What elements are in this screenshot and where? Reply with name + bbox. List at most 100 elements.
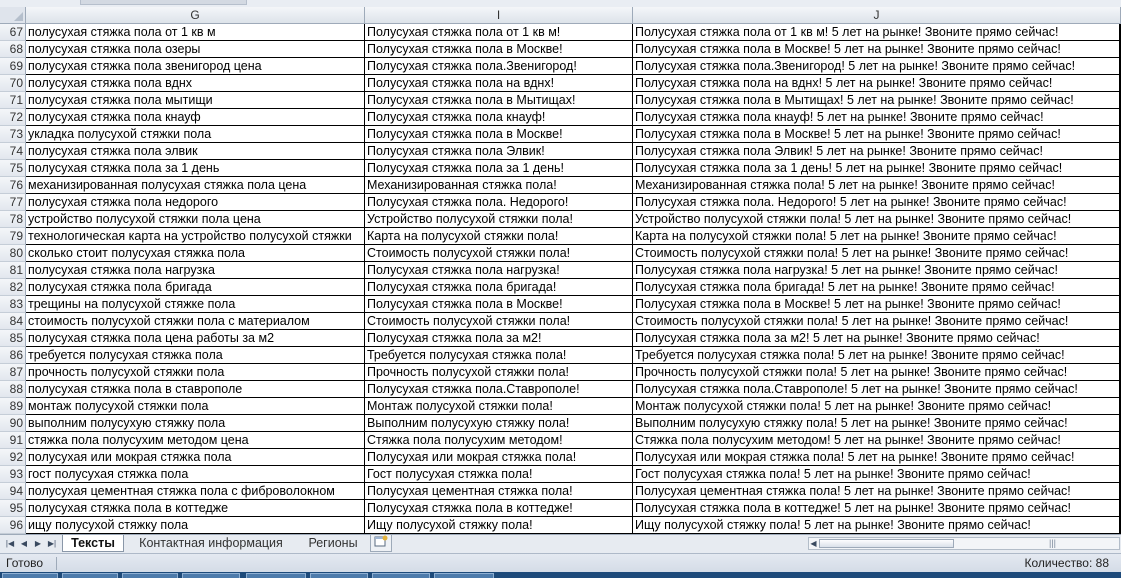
- cell-column-g[interactable]: трещины на полусухой стяжке пола: [26, 296, 365, 313]
- row-number[interactable]: 69: [0, 58, 26, 75]
- cell-column-i[interactable]: Полусухая стяжка пола. Недорого!: [365, 194, 633, 211]
- cell-column-i[interactable]: Полусухая стяжка пола в Москве!: [365, 296, 633, 313]
- cell-column-j[interactable]: Полусухая стяжка пола бригада! 5 лет на …: [633, 279, 1120, 296]
- row-number[interactable]: 79: [0, 228, 26, 245]
- cell-column-g[interactable]: выполним полусухую стяжку пола: [26, 415, 365, 432]
- cell-column-g[interactable]: гост полусухая стяжка пола: [26, 466, 365, 483]
- cell-column-g[interactable]: сколько стоит полусухая стяжка пола: [26, 245, 365, 262]
- cell-column-g[interactable]: прочность полусухой стяжки пола: [26, 364, 365, 381]
- taskbar-button[interactable]: [246, 573, 306, 578]
- cell-column-i[interactable]: Полусухая стяжка пола Элвик!: [365, 143, 633, 160]
- cell-column-j[interactable]: Полусухая стяжка пола в Москве! 5 лет на…: [633, 296, 1120, 313]
- sheet-tab-regions[interactable]: Регионы: [298, 535, 368, 552]
- cell-column-g[interactable]: полусухая стяжка пола в ставрополе: [26, 381, 365, 398]
- row-number[interactable]: 83: [0, 296, 26, 313]
- row-number[interactable]: 68: [0, 41, 26, 58]
- cell-column-i[interactable]: Карта на полусухой стяжки пола!: [365, 228, 633, 245]
- cell-column-g[interactable]: ищу полусухой стяжку пола: [26, 517, 365, 534]
- row-number[interactable]: 93: [0, 466, 26, 483]
- row-number[interactable]: 86: [0, 347, 26, 364]
- row-number[interactable]: 80: [0, 245, 26, 262]
- cell-column-g[interactable]: механизированная полусухая стяжка пола ц…: [26, 177, 365, 194]
- cell-column-i[interactable]: Устройство полусухой стяжки пола!: [365, 211, 633, 228]
- cell-column-i[interactable]: Полусухая стяжка пола бригада!: [365, 279, 633, 296]
- cell-column-g[interactable]: полусухая стяжка пола мытищи: [26, 92, 365, 109]
- cell-column-j[interactable]: Полусухая стяжка пола в Москве! 5 лет на…: [633, 41, 1120, 58]
- cell-column-i[interactable]: Полусухая или мокрая стяжка пола!: [365, 449, 633, 466]
- scroll-thumb[interactable]: [819, 539, 954, 548]
- cell-column-j[interactable]: Выполним полусухую стяжку пола! 5 лет на…: [633, 415, 1120, 432]
- cell-column-g[interactable]: устройство полусухой стяжки пола цена: [26, 211, 365, 228]
- cell-column-g[interactable]: полусухая стяжка пола в коттедже: [26, 500, 365, 517]
- cell-column-j[interactable]: Гост полусухая стяжка пола! 5 лет на рын…: [633, 466, 1120, 483]
- row-number[interactable]: 75: [0, 160, 26, 177]
- cell-column-j[interactable]: Полусухая стяжка пола за м2! 5 лет на ры…: [633, 330, 1120, 347]
- cell-column-j[interactable]: Полусухая стяжка пола за 1 день! 5 лет н…: [633, 160, 1120, 177]
- insert-sheet-icon[interactable]: [370, 535, 392, 552]
- cell-column-j[interactable]: Карта на полусухой стяжки пола! 5 лет на…: [633, 228, 1120, 245]
- cell-column-j[interactable]: Стоимость полусухой стяжки пола! 5 лет н…: [633, 313, 1120, 330]
- row-number[interactable]: 74: [0, 143, 26, 160]
- row-number[interactable]: 92: [0, 449, 26, 466]
- cell-column-g[interactable]: полусухая стяжка пола недорого: [26, 194, 365, 211]
- cell-column-i[interactable]: Полусухая стяжка пола.Звенигород!: [365, 58, 633, 75]
- cell-column-g[interactable]: полусухая стяжка пола нагрузка: [26, 262, 365, 279]
- cell-column-i[interactable]: Прочность полусухой стяжки пола!: [365, 364, 633, 381]
- cell-column-g[interactable]: требуется полусухая стяжка пола: [26, 347, 365, 364]
- taskbar-button[interactable]: [122, 573, 178, 578]
- cell-column-j[interactable]: Полусухая стяжка пола в Москве! 5 лет на…: [633, 126, 1120, 143]
- cell-column-i[interactable]: Полусухая стяжка пола в Мытищах!: [365, 92, 633, 109]
- sheet-tab-texts[interactable]: Тексты: [62, 535, 124, 552]
- cell-column-g[interactable]: технологическая карта на устройство полу…: [26, 228, 365, 245]
- row-number[interactable]: 82: [0, 279, 26, 296]
- row-number[interactable]: 73: [0, 126, 26, 143]
- row-number[interactable]: 71: [0, 92, 26, 109]
- scroll-left-icon[interactable]: ◀: [809, 538, 818, 549]
- cell-column-i[interactable]: Стяжка пола полусухим методом!: [365, 432, 633, 449]
- last-sheet-icon[interactable]: ▶|: [46, 537, 58, 550]
- cell-column-j[interactable]: Полусухая стяжка пола.Ставрополе! 5 лет …: [633, 381, 1120, 398]
- cell-column-j[interactable]: Полусухая стяжка пола от 1 кв м! 5 лет н…: [633, 24, 1120, 41]
- cell-column-g[interactable]: стоимость полусухой стяжки пола с матери…: [26, 313, 365, 330]
- cell-column-i[interactable]: Полусухая цементная стяжка пола!: [365, 483, 633, 500]
- taskbar-button[interactable]: [310, 573, 368, 578]
- row-number[interactable]: 81: [0, 262, 26, 279]
- cell-column-j[interactable]: Полусухая стяжка пола нагрузка! 5 лет на…: [633, 262, 1120, 279]
- select-all-corner[interactable]: [0, 7, 26, 24]
- row-number[interactable]: 67: [0, 24, 26, 41]
- cell-column-j[interactable]: Полусухая стяжка пола в коттедже! 5 лет …: [633, 500, 1120, 517]
- row-number[interactable]: 72: [0, 109, 26, 126]
- cell-column-j[interactable]: Стоимость полусухой стяжки пола! 5 лет н…: [633, 245, 1120, 262]
- cell-column-g[interactable]: укладка полусухой стяжки пола: [26, 126, 365, 143]
- cell-column-j[interactable]: Полусухая или мокрая стяжка пола! 5 лет …: [633, 449, 1120, 466]
- cell-column-j[interactable]: Монтаж полусухой стяжки пола! 5 лет на р…: [633, 398, 1120, 415]
- cell-column-j[interactable]: Полусухая стяжка пола. Недорого! 5 лет н…: [633, 194, 1120, 211]
- cell-column-j[interactable]: Полусухая стяжка пола Элвик! 5 лет на ры…: [633, 143, 1120, 160]
- cell-column-j[interactable]: Полусухая цементная стяжка пола! 5 лет н…: [633, 483, 1120, 500]
- cell-column-i[interactable]: Монтаж полусухой стяжки пола!: [365, 398, 633, 415]
- cell-column-i[interactable]: Ищу полусухой стяжку пола!: [365, 517, 633, 534]
- cell-column-g[interactable]: полусухая стяжка пола вднх: [26, 75, 365, 92]
- taskbar-button[interactable]: [62, 573, 118, 578]
- cell-column-j[interactable]: Требуется полусухая стяжка пола! 5 лет н…: [633, 347, 1120, 364]
- cell-column-g[interactable]: полусухая цементная стяжка пола с фибров…: [26, 483, 365, 500]
- taskbar-button[interactable]: [182, 573, 240, 578]
- cell-column-i[interactable]: Выполним полусухую стяжку пола!: [365, 415, 633, 432]
- cell-column-i[interactable]: Механизированная стяжка пола!: [365, 177, 633, 194]
- cell-column-g[interactable]: полусухая стяжка пола элвик: [26, 143, 365, 160]
- cell-column-j[interactable]: Устройство полусухой стяжки пола! 5 лет …: [633, 211, 1120, 228]
- row-number[interactable]: 88: [0, 381, 26, 398]
- row-number[interactable]: 84: [0, 313, 26, 330]
- cell-column-g[interactable]: полусухая стяжка пола от 1 кв м: [26, 24, 365, 41]
- row-number[interactable]: 70: [0, 75, 26, 92]
- cell-column-j[interactable]: Ищу полусухой стяжку пола! 5 лет на рынк…: [633, 517, 1120, 534]
- row-number[interactable]: 95: [0, 500, 26, 517]
- cell-column-g[interactable]: полусухая стяжка пола цена работы за м2: [26, 330, 365, 347]
- cell-column-i[interactable]: Полусухая стяжка пола за м2!: [365, 330, 633, 347]
- cell-column-g[interactable]: монтаж полусухой стяжки пола: [26, 398, 365, 415]
- cell-column-i[interactable]: Стоимость полусухой стяжки пола!: [365, 313, 633, 330]
- cell-column-i[interactable]: Полусухая стяжка пола.Ставрополе!: [365, 381, 633, 398]
- row-number[interactable]: 78: [0, 211, 26, 228]
- row-number[interactable]: 96: [0, 517, 26, 534]
- first-sheet-icon[interactable]: |◀: [4, 537, 16, 550]
